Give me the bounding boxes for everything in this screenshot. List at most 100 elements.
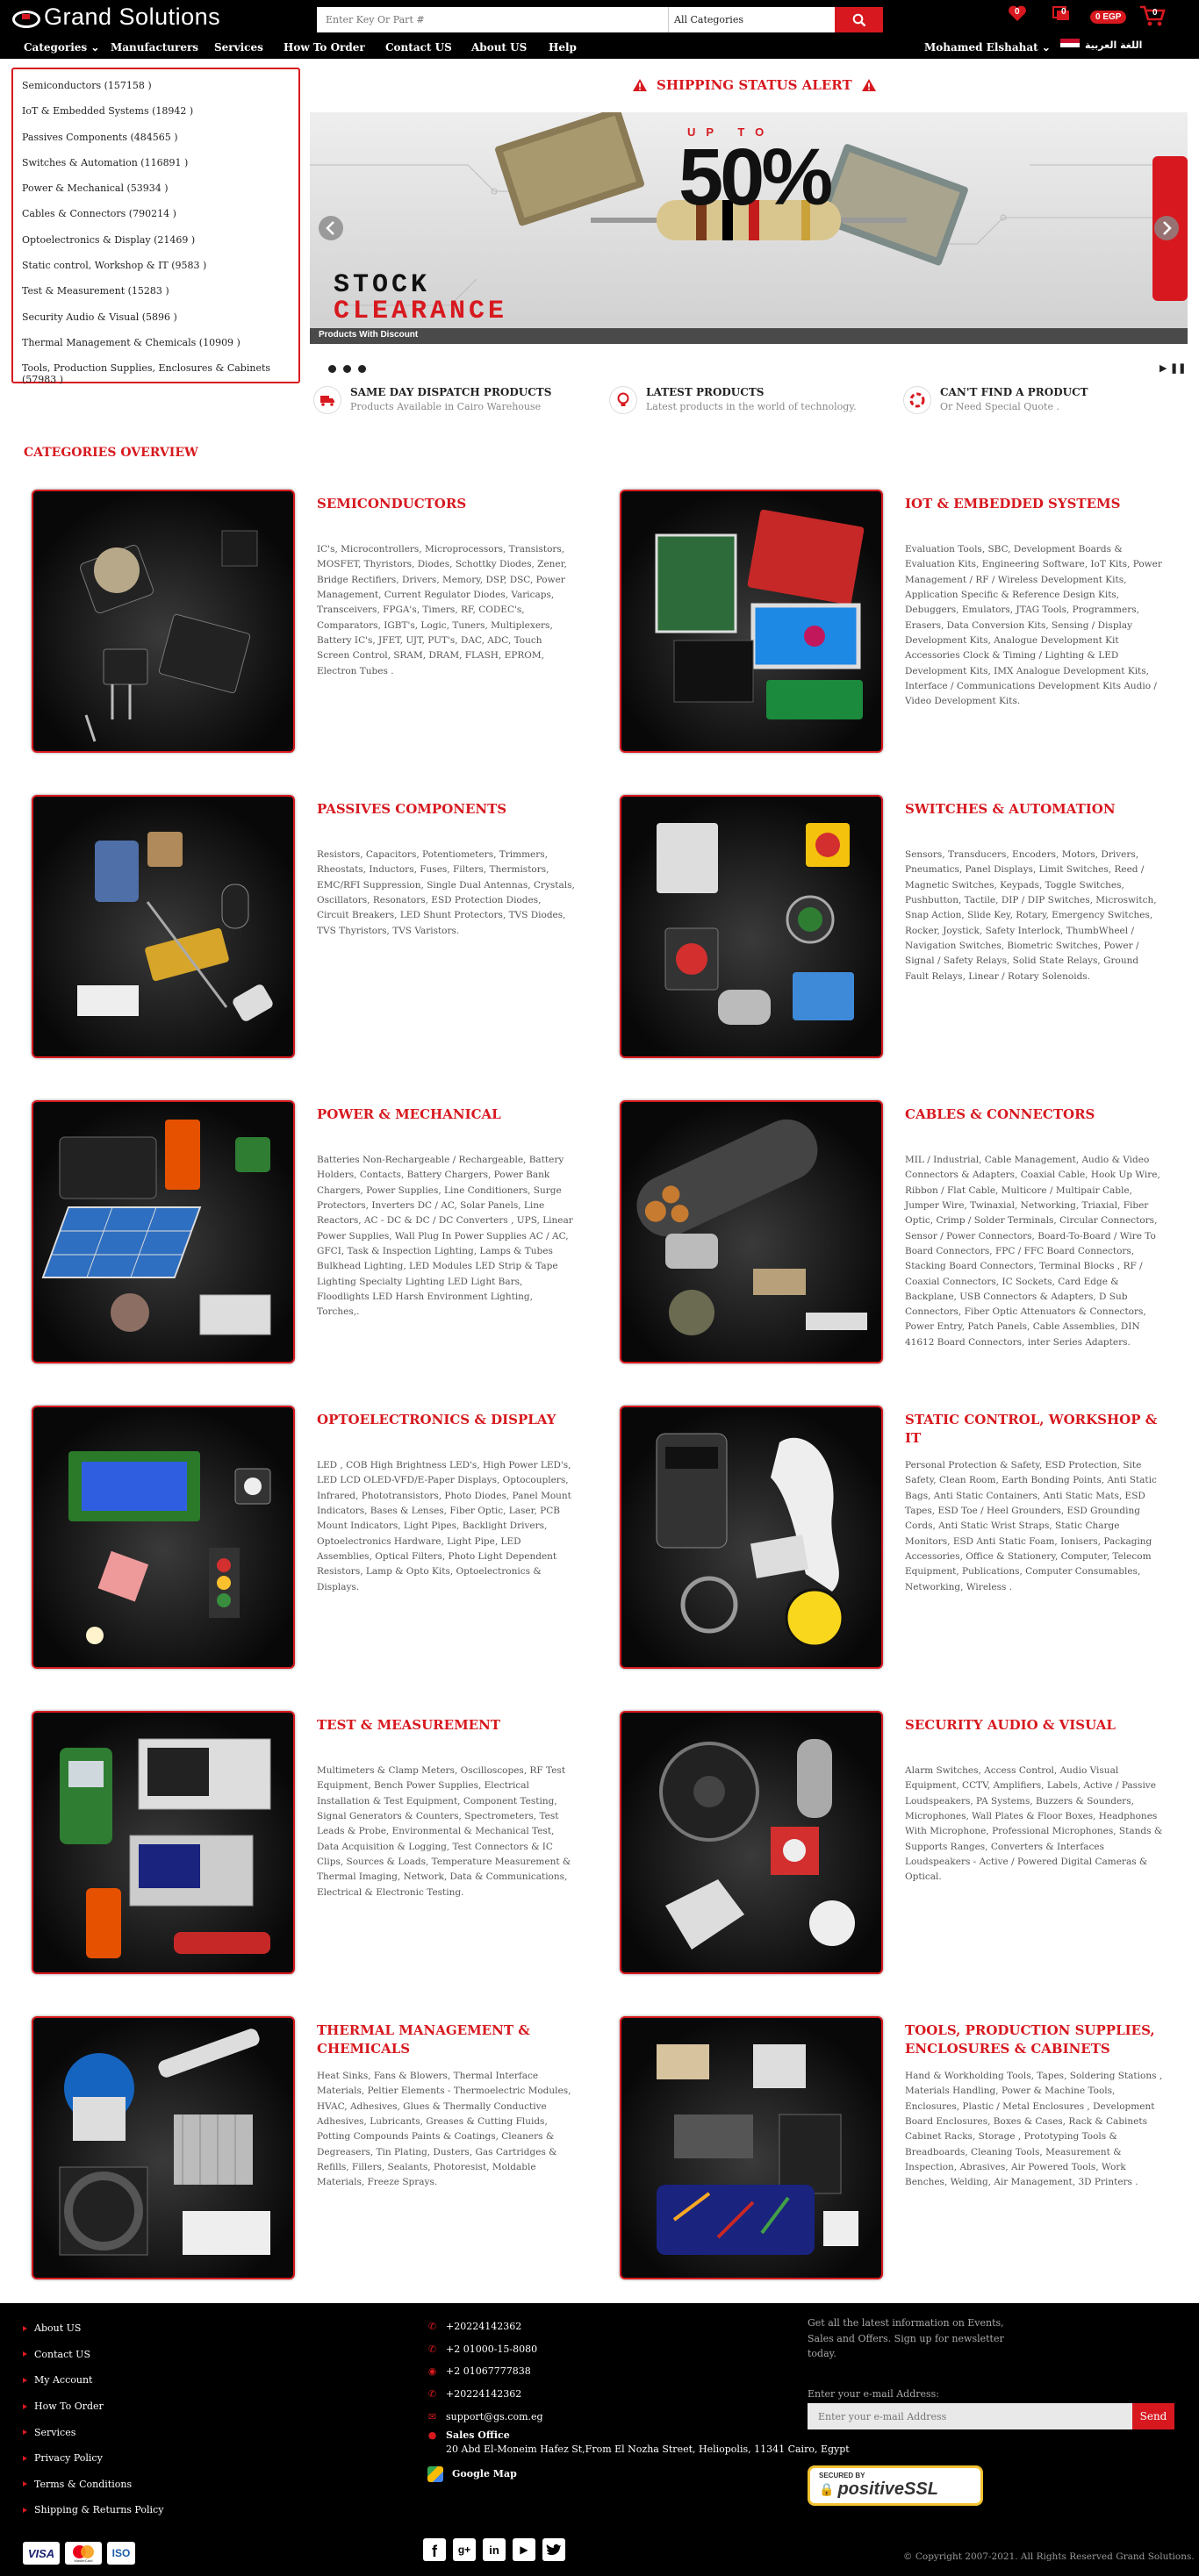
- category-title[interactable]: SEMICONDUCTORS: [317, 495, 580, 513]
- footer-link[interactable]: Contact US: [23, 2342, 163, 2368]
- category-image[interactable]: [32, 490, 295, 753]
- nav-help[interactable]: Help: [549, 41, 577, 54]
- slider-dot[interactable]: [358, 365, 366, 373]
- feature-subtitle: Or Need Special Quote .: [940, 401, 1059, 412]
- sidebar-category-item[interactable]: Thermal Management & Chemicals (10909 ): [13, 330, 298, 355]
- sidebar-category-item[interactable]: Passives Components (484565 ): [13, 125, 298, 150]
- search-button[interactable]: [835, 7, 883, 32]
- slider-dot[interactable]: [328, 365, 336, 373]
- category-title[interactable]: OPTOELECTRONICS & DISPLAY: [317, 1411, 580, 1429]
- category-image[interactable]: [620, 1406, 883, 1669]
- category-image[interactable]: [620, 795, 883, 1058]
- sidebar-category-item[interactable]: Semiconductors (157158 ): [13, 73, 298, 98]
- facebook-icon[interactable]: f: [423, 2538, 446, 2561]
- category-card[interactable]: CABLES & CONNECTORS MIL / Industrial, Ca…: [613, 1093, 1174, 1365]
- category-image[interactable]: [620, 1100, 883, 1363]
- sidebar-category-item[interactable]: IoT & Embedded Systems (18942 ): [13, 98, 298, 124]
- sidebar-category-item[interactable]: Test & Measurement (15283 ): [13, 278, 298, 304]
- category-title[interactable]: POWER & MECHANICAL: [317, 1106, 580, 1124]
- category-card[interactable]: SECURITY AUDIO & VISUAL Alarm Switches, …: [613, 1704, 1174, 1976]
- nav-contact-us[interactable]: Contact US: [385, 41, 452, 54]
- sidebar-category-item[interactable]: Security Audio & Visual (5896 ): [13, 304, 298, 330]
- sidebar-category-item[interactable]: Tools, Production Supplies, Enclosures &…: [13, 355, 298, 385]
- feature-latest-products[interactable]: LATEST PRODUCTS Latest products in the wo…: [609, 386, 857, 414]
- wishlist-button[interactable]: 0: [1008, 4, 1027, 22]
- category-title[interactable]: THERMAL MANAGEMENT & CHEMICALS: [317, 2021, 580, 2058]
- currency-selector[interactable]: 0 EGP: [1090, 11, 1127, 24]
- category-image[interactable]: [620, 490, 883, 753]
- category-title[interactable]: SECURITY AUDIO & VISUAL: [905, 1716, 1168, 1735]
- category-image[interactable]: [32, 1406, 295, 1669]
- newsletter-send-button[interactable]: Send: [1132, 2403, 1174, 2429]
- feature-same-day[interactable]: SAME DAY DISPATCH PRODUCTS Products Avail…: [313, 386, 551, 414]
- category-card[interactable]: SEMICONDUCTORS IC's, Microcontrollers, M…: [25, 483, 586, 755]
- google-map-row[interactable]: Google Map: [427, 2463, 850, 2486]
- category-title[interactable]: IOT & EMBEDDED SYSTEMS: [905, 495, 1168, 513]
- sidebar-category-item[interactable]: Static control, Workshop & IT (9583 ): [13, 253, 298, 278]
- linkedin-icon[interactable]: in: [483, 2538, 506, 2561]
- truck-icon: [313, 386, 341, 414]
- twitter-icon[interactable]: [542, 2538, 565, 2561]
- nav-services[interactable]: Services: [214, 41, 263, 54]
- google-plus-icon[interactable]: g+: [453, 2538, 476, 2561]
- footer-link[interactable]: Terms & Conditions: [23, 2472, 163, 2498]
- category-title[interactable]: CABLES & CONNECTORS: [905, 1106, 1168, 1124]
- email-link[interactable]: support@gs.com.eg: [446, 2411, 543, 2422]
- footer-link[interactable]: Privacy Policy: [23, 2445, 163, 2472]
- logo[interactable]: Grand Solutions: [11, 4, 220, 31]
- search-category-select[interactable]: All Categories: [668, 7, 835, 32]
- category-card[interactable]: TOOLS, PRODUCTION SUPPLIES, ENCLOSURES &…: [613, 2009, 1174, 2281]
- cart-button[interactable]: 0: [1139, 4, 1166, 27]
- search-input[interactable]: [317, 7, 668, 32]
- category-card[interactable]: IOT & EMBEDDED SYSTEMS Evaluation Tools,…: [613, 483, 1174, 755]
- compare-button[interactable]: 0: [1052, 4, 1071, 22]
- category-card[interactable]: POWER & MECHANICAL Batteries Non-Recharg…: [25, 1093, 586, 1365]
- sidebar-category-item[interactable]: Cables & Connectors (790214 ): [13, 201, 298, 226]
- footer-link[interactable]: About US: [23, 2315, 163, 2342]
- footer-link[interactable]: My Account: [23, 2367, 163, 2394]
- nav-about-us[interactable]: About US: [471, 41, 527, 54]
- feature-special-quote[interactable]: CAN'T FIND A PRODUCT Or Need Special Quot…: [903, 386, 1088, 414]
- youtube-icon[interactable]: ▶: [513, 2538, 535, 2561]
- language-switch[interactable]: اللغة العربية: [1060, 39, 1142, 52]
- category-image[interactable]: [32, 1711, 295, 1974]
- category-title[interactable]: TEST & MEASUREMENT: [317, 1716, 580, 1735]
- pause-icon[interactable]: ❚❚: [1170, 362, 1186, 374]
- footer-link-label: How To Order: [34, 2401, 104, 2413]
- newsletter-email-input[interactable]: [808, 2403, 1132, 2429]
- footer-link[interactable]: Services: [23, 2419, 163, 2445]
- sidebar-category-item[interactable]: Power & Mechanical (53934 ): [13, 175, 298, 201]
- category-image[interactable]: [620, 2016, 883, 2279]
- category-card[interactable]: STATIC CONTROL, WORKSHOP & IT Personal P…: [613, 1399, 1174, 1671]
- category-title[interactable]: STATIC CONTROL, WORKSHOP & IT: [905, 1411, 1168, 1448]
- category-card[interactable]: TEST & MEASUREMENT Multimeters & Clamp M…: [25, 1704, 586, 1976]
- phone-number[interactable]: +20224142362: [446, 2321, 521, 2332]
- category-image[interactable]: [32, 795, 295, 1058]
- shipping-alert[interactable]: SHIPPING STATUS ALERT: [632, 77, 877, 93]
- category-card[interactable]: PASSIVES COMPONENTS Resistors, Capacitor…: [25, 788, 586, 1060]
- category-image[interactable]: [32, 1100, 295, 1363]
- play-icon[interactable]: ▶: [1160, 362, 1167, 374]
- category-title[interactable]: SWITCHES & AUTOMATION: [905, 800, 1168, 819]
- sidebar-category-item[interactable]: Optoelectronics & Display (21469 ): [13, 227, 298, 253]
- nav-categories[interactable]: Categories ⌄: [24, 41, 99, 54]
- phone-number[interactable]: +20224142362: [446, 2388, 521, 2400]
- promo-banner[interactable]: UP TO 50% STOCK CLEARANCE Products With …: [310, 112, 1188, 344]
- phone-number[interactable]: +2 01067777838: [446, 2365, 531, 2377]
- footer-link[interactable]: Shipping & Returns Policy: [23, 2497, 163, 2523]
- nav-how-to-order[interactable]: How To Order: [284, 41, 365, 54]
- category-title[interactable]: TOOLS, PRODUCTION SUPPLIES, ENCLOSURES &…: [905, 2021, 1168, 2058]
- sidebar-category-item[interactable]: Switches & Automation (116891 ): [13, 150, 298, 175]
- nav-manufacturers[interactable]: Manufacturers: [111, 41, 198, 54]
- google-map-link[interactable]: Google Map: [452, 2468, 517, 2479]
- footer-link[interactable]: How To Order: [23, 2394, 163, 2420]
- category-card[interactable]: THERMAL MANAGEMENT & CHEMICALS Heat Sink…: [25, 2009, 586, 2281]
- category-card[interactable]: SWITCHES & AUTOMATION Sensors, Transduce…: [613, 788, 1174, 1060]
- category-image[interactable]: [620, 1711, 883, 1974]
- category-title[interactable]: PASSIVES COMPONENTS: [317, 800, 580, 819]
- phone-number[interactable]: +2 01000-15-8080: [446, 2343, 537, 2355]
- slider-dot[interactable]: [343, 365, 351, 373]
- category-image[interactable]: [32, 2016, 295, 2279]
- category-card[interactable]: OPTOELECTRONICS & DISPLAY LED , COB High…: [25, 1399, 586, 1671]
- user-menu[interactable]: Mohamed Elshahat ⌄: [924, 41, 1051, 54]
